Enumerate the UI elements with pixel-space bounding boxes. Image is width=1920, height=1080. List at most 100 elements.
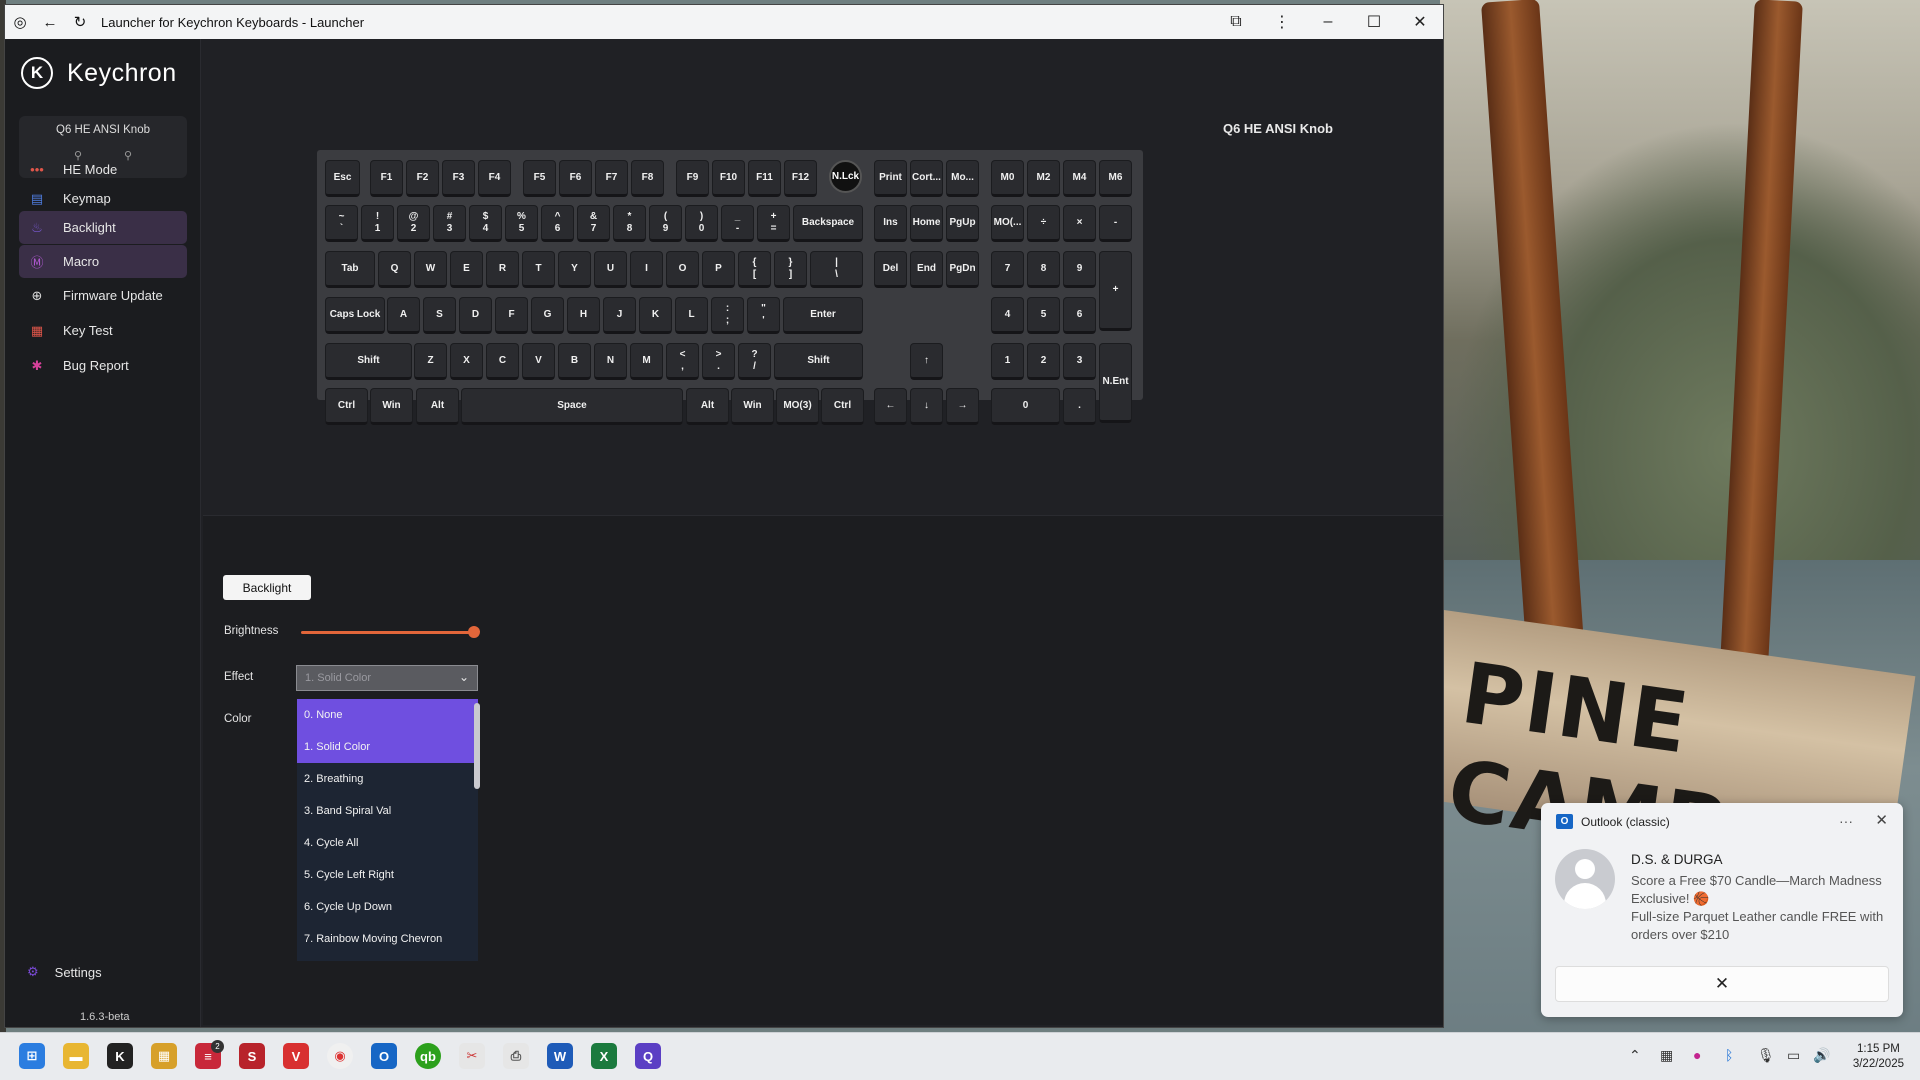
key-n8[interactable]: * 8	[613, 205, 646, 242]
word-icon[interactable]: W	[547, 1043, 573, 1069]
key-g[interactable]: G	[531, 297, 564, 334]
sidebar-item-macro[interactable]: Ⓜ Macro	[19, 245, 187, 278]
file-explorer-icon[interactable]: ▬	[63, 1043, 89, 1069]
key-tilde[interactable]: ~ `	[325, 205, 358, 242]
outlook-icon[interactable]: O	[371, 1043, 397, 1069]
key-plus[interactable]: + =	[757, 205, 790, 242]
key-v[interactable]: V	[522, 343, 555, 380]
key-nlck[interactable]: N.Lck	[829, 160, 862, 193]
key-k[interactable]: K	[639, 297, 672, 334]
key-k8[interactable]: 8	[1027, 251, 1060, 288]
key-f3[interactable]: F3	[442, 160, 475, 197]
key-ralt[interactable]: Alt	[686, 388, 729, 425]
key-f1[interactable]: F1	[370, 160, 403, 197]
key-q[interactable]: Q	[378, 251, 411, 288]
key-space[interactable]: Space	[461, 388, 683, 425]
key-t[interactable]: T	[522, 251, 555, 288]
key-n2[interactable]: @ 2	[397, 205, 430, 242]
key-f11[interactable]: F11	[748, 160, 781, 197]
key-j[interactable]: J	[603, 297, 636, 334]
key-i[interactable]: I	[630, 251, 663, 288]
key-h[interactable]: H	[567, 297, 600, 334]
key-n5[interactable]: % 5	[505, 205, 538, 242]
key-tab[interactable]: Tab	[325, 251, 375, 288]
key-up[interactable]: ↑	[910, 343, 943, 380]
key-mul[interactable]: ×	[1063, 205, 1096, 242]
key-y[interactable]: Y	[558, 251, 591, 288]
key-f8[interactable]: F8	[631, 160, 664, 197]
key-semi[interactable]: : ;	[711, 297, 744, 334]
key-lbr[interactable]: { [	[738, 251, 771, 288]
brightness-slider-track[interactable]	[301, 631, 473, 634]
key-f5[interactable]: F5	[523, 160, 556, 197]
key-sub[interactable]: -	[1099, 205, 1132, 242]
key-d[interactable]: D	[459, 297, 492, 334]
notification-toast[interactable]: O Outlook (classic) ··· ✕ D.S. & DURGA S…	[1541, 803, 1903, 1017]
key-comma[interactable]: < ,	[666, 343, 699, 380]
key-x[interactable]: X	[450, 343, 483, 380]
key-w[interactable]: W	[414, 251, 447, 288]
key-esc[interactable]: Esc	[325, 160, 360, 197]
key-nent[interactable]: N.Ent	[1099, 343, 1132, 423]
key-f[interactable]: F	[495, 297, 528, 334]
key-a[interactable]: A	[387, 297, 420, 334]
key-z[interactable]: Z	[414, 343, 447, 380]
effect-option[interactable]: 2. Breathing	[297, 763, 478, 795]
key-c[interactable]: C	[486, 343, 519, 380]
key-rwin[interactable]: Win	[731, 388, 774, 425]
printer-icon[interactable]: ⎙	[503, 1043, 529, 1069]
maximize-button[interactable]: ☐	[1351, 5, 1397, 39]
sidebar-item-firmware-update[interactable]: ⊕ Firmware Update	[19, 279, 187, 312]
key-r[interactable]: R	[486, 251, 519, 288]
key-slash[interactable]: ? /	[738, 343, 771, 380]
key-f7[interactable]: F7	[595, 160, 628, 197]
effect-select[interactable]: 1. Solid Color ⌄	[296, 665, 478, 691]
key-lalt[interactable]: Alt	[416, 388, 459, 425]
key-pgdn[interactable]: PgDn	[946, 251, 979, 288]
key-k6[interactable]: 6	[1063, 297, 1096, 334]
effect-option[interactable]: 0. None	[297, 699, 478, 731]
key-l[interactable]: L	[675, 297, 708, 334]
key-lctrl[interactable]: Ctrl	[325, 388, 368, 425]
key-m4[interactable]: M4	[1063, 160, 1096, 197]
close-icon[interactable]: ✕	[1875, 811, 1888, 829]
sidebar-item-bug-report[interactable]: ✱ Bug Report	[19, 349, 187, 382]
effect-option[interactable]: 5. Cycle Left Right	[297, 859, 478, 891]
key-print[interactable]: Print	[874, 160, 907, 197]
quickbooks-icon[interactable]: qb	[415, 1043, 441, 1069]
key-k4[interactable]: 4	[991, 297, 1024, 334]
key-f2[interactable]: F2	[406, 160, 439, 197]
key-ins[interactable]: Ins	[874, 205, 907, 242]
key-mo3[interactable]: MO(3)	[776, 388, 819, 425]
brightness-slider-thumb[interactable]	[468, 626, 480, 638]
key-m6[interactable]: M6	[1099, 160, 1132, 197]
key-lwin[interactable]: Win	[370, 388, 413, 425]
key-o[interactable]: O	[666, 251, 699, 288]
key-n6[interactable]: ^ 6	[541, 205, 574, 242]
tray-app-icon[interactable]: ●	[1693, 1047, 1701, 1063]
key-home[interactable]: Home	[910, 205, 943, 242]
key-m2[interactable]: M2	[1027, 160, 1060, 197]
key-m[interactable]: M	[630, 343, 663, 380]
key-rbr[interactable]: } ]	[774, 251, 807, 288]
key-left[interactable]: ←	[874, 388, 907, 425]
key-k0[interactable]: 0	[991, 388, 1060, 425]
red-app-icon[interactable]: S	[239, 1043, 265, 1069]
effect-option[interactable]: 1. Solid Color	[297, 731, 478, 763]
key-rctrl[interactable]: Ctrl	[821, 388, 864, 425]
chevron-up-icon[interactable]: ⌃	[1629, 1047, 1641, 1064]
key-e[interactable]: E	[450, 251, 483, 288]
key-k1[interactable]: 1	[991, 343, 1024, 380]
key-k7[interactable]: 7	[991, 251, 1024, 288]
app-icon[interactable]: Q	[635, 1043, 661, 1069]
dismiss-button[interactable]: ✕	[1555, 966, 1889, 1002]
key-pgup[interactable]: PgUp	[946, 205, 979, 242]
key-enter[interactable]: Enter	[783, 297, 863, 334]
key-n[interactable]: N	[594, 343, 627, 380]
key-caps[interactable]: Caps Lock	[325, 297, 385, 334]
key-mo2[interactable]: MO(...	[991, 205, 1024, 242]
app-grid-icon[interactable]: ▦	[151, 1043, 177, 1069]
key-quote[interactable]: " '	[747, 297, 780, 334]
key-pipe[interactable]: | \	[810, 251, 863, 288]
microphone-icon[interactable]: 🎙	[1757, 1047, 1775, 1064]
